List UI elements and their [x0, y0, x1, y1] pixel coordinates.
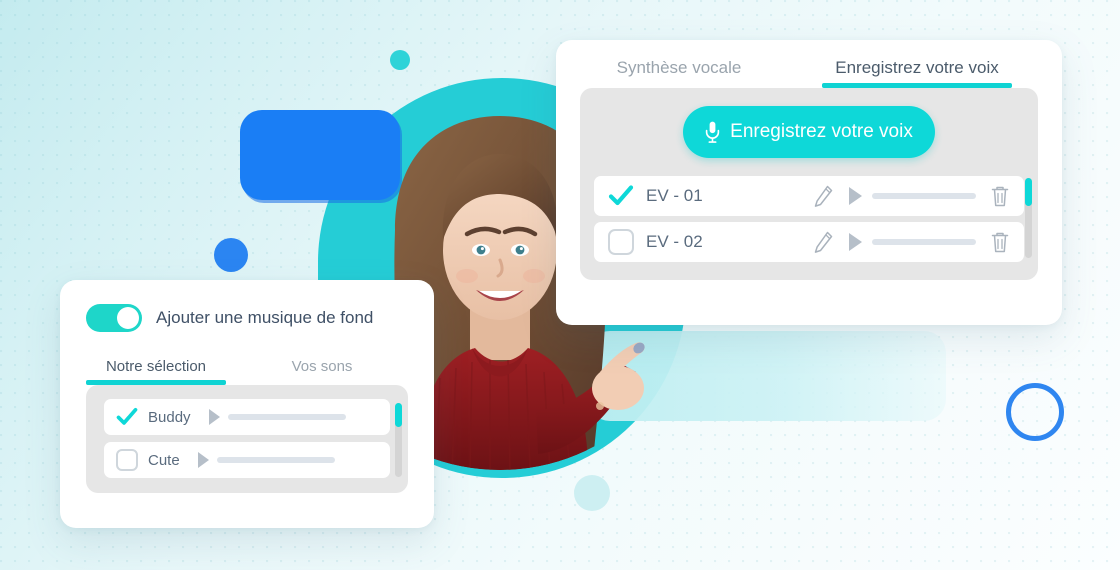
music-tracks-list: Buddy Cute: [86, 399, 408, 478]
list-item[interactable]: Cute: [104, 442, 390, 478]
tab-notre-selection[interactable]: Notre sélection: [86, 346, 226, 385]
checkbox-checked[interactable]: [116, 406, 138, 428]
scrollbar-track[interactable]: [1025, 178, 1032, 258]
row-label: Cute: [148, 451, 180, 469]
tab-vos-sons[interactable]: Vos sons: [252, 346, 392, 385]
microphone-icon: [705, 121, 720, 143]
music-card-body: Buddy Cute: [86, 385, 408, 493]
blue-ring-outline: [1006, 383, 1064, 441]
tab-underline: [822, 83, 1012, 88]
background-music-toggle-row: Ajouter une musique de fond: [60, 280, 434, 332]
tab-enregistrez-votre-voix[interactable]: Enregistrez votre voix: [822, 46, 1012, 88]
voice-card-body: Enregistrez votre voix EV - 01 EV - 02: [580, 88, 1038, 280]
tab-label: Synthèse vocale: [616, 58, 742, 77]
tab-label: Enregistrez votre voix: [835, 58, 999, 77]
table-row[interactable]: EV - 01: [594, 176, 1024, 216]
voice-recordings-list: EV - 01 EV - 02: [594, 176, 1032, 262]
tab-underline: [86, 380, 226, 385]
play-icon[interactable]: [197, 452, 209, 468]
row-label: EV - 01: [646, 186, 703, 205]
trash-icon[interactable]: [990, 185, 1010, 208]
play-icon[interactable]: [849, 233, 862, 251]
checkbox-unchecked[interactable]: [116, 449, 138, 471]
pale-dot: [574, 475, 610, 511]
tab-label: Vos sons: [291, 358, 353, 375]
check-icon: [608, 185, 634, 206]
teal-dot: [390, 50, 410, 70]
checkbox-checked[interactable]: [608, 183, 634, 209]
background-music-toggle-label: Ajouter une musique de fond: [156, 308, 374, 327]
progress-bar[interactable]: [227, 414, 346, 420]
progress-bar[interactable]: [872, 239, 976, 245]
scrollbar-thumb[interactable]: [395, 403, 402, 427]
row-label: EV - 02: [646, 232, 703, 251]
music-card-tabs: Notre sélection Vos sons: [60, 332, 434, 385]
table-row[interactable]: EV - 02: [594, 222, 1024, 262]
hero-illustration: Synthèse vocale Enregistrez votre voix E…: [0, 0, 1120, 570]
checkbox-unchecked[interactable]: [608, 229, 634, 255]
progress-bar[interactable]: [216, 457, 335, 463]
tab-label: Notre sélection: [105, 358, 207, 375]
scrollbar-thumb[interactable]: [1025, 178, 1032, 206]
voice-recording-card: Synthèse vocale Enregistrez votre voix E…: [556, 40, 1062, 325]
play-icon[interactable]: [208, 409, 220, 425]
list-item[interactable]: Buddy: [104, 399, 390, 435]
pencil-icon[interactable]: [813, 231, 833, 253]
progress-bar[interactable]: [872, 193, 976, 199]
row-label: Buddy: [148, 408, 191, 426]
pencil-icon[interactable]: [813, 185, 833, 207]
voice-card-tabs: Synthèse vocale Enregistrez votre voix: [556, 40, 1062, 88]
background-music-card: Ajouter une musique de fond Notre sélect…: [60, 280, 434, 528]
check-icon: [116, 407, 138, 425]
tab-synthese-vocale[interactable]: Synthèse vocale: [584, 46, 774, 88]
blue-dot: [214, 238, 248, 272]
toggle-knob: [117, 307, 139, 329]
trash-icon[interactable]: [990, 231, 1010, 254]
play-icon[interactable]: [849, 187, 862, 205]
record-voice-button[interactable]: Enregistrez votre voix: [683, 106, 935, 158]
background-music-toggle[interactable]: [86, 304, 142, 332]
record-voice-button-label: Enregistrez votre voix: [730, 121, 913, 142]
scrollbar-track[interactable]: [395, 403, 402, 477]
